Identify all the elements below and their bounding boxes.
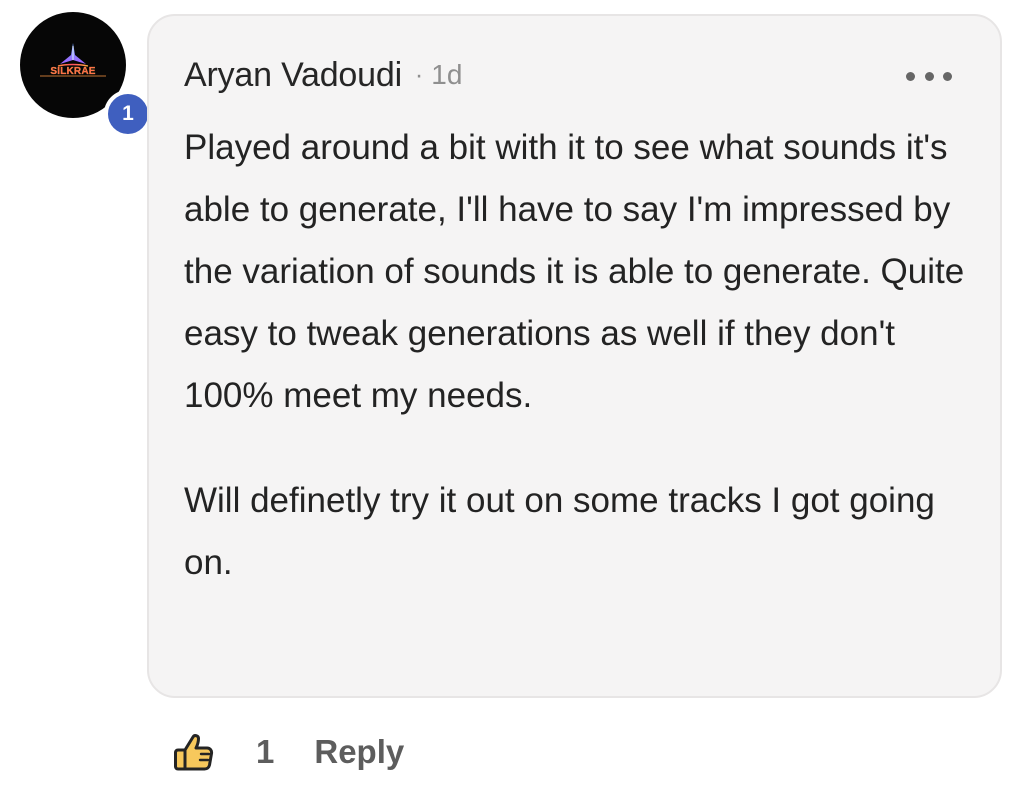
more-dot bbox=[924, 71, 934, 81]
more-horizontal-icon[interactable] bbox=[906, 66, 952, 86]
comment-timestamp[interactable]: 1d bbox=[431, 59, 462, 91]
comment-paragraph: Played around a bit with it to see what … bbox=[184, 128, 965, 415]
thumbs-up-icon[interactable] bbox=[171, 730, 216, 775]
comment-body: Played around a bit with it to see what … bbox=[184, 117, 979, 594]
notification-count: 1 bbox=[122, 102, 134, 125]
more-dot bbox=[906, 71, 915, 81]
reply-button[interactable]: Reply bbox=[314, 733, 404, 771]
user-avatar[interactable]: SILKRAE 1 bbox=[20, 12, 152, 138]
silkrae-logo: SILKRAE bbox=[40, 43, 106, 77]
like-count[interactable]: 1 bbox=[256, 733, 274, 771]
meta-separator: · bbox=[414, 60, 424, 89]
more-dot bbox=[943, 71, 952, 81]
comment-row: SILKRAE 1 Aryan Vadoudi · 1d Played arou… bbox=[0, 0, 1024, 790]
comment-actions: 1 Reply bbox=[171, 728, 404, 776]
comment-bubble: Aryan Vadoudi · 1d Played around a bit w… bbox=[147, 14, 1002, 698]
avatar-logo-text: SILKRAE bbox=[50, 66, 95, 77]
notification-badge: 1 bbox=[104, 90, 152, 138]
comment-paragraph: Will definetly try it out on some tracks… bbox=[184, 481, 935, 582]
comment-header: Aryan Vadoudi · 1d bbox=[184, 55, 462, 95]
author-name[interactable]: Aryan Vadoudi bbox=[184, 56, 402, 95]
